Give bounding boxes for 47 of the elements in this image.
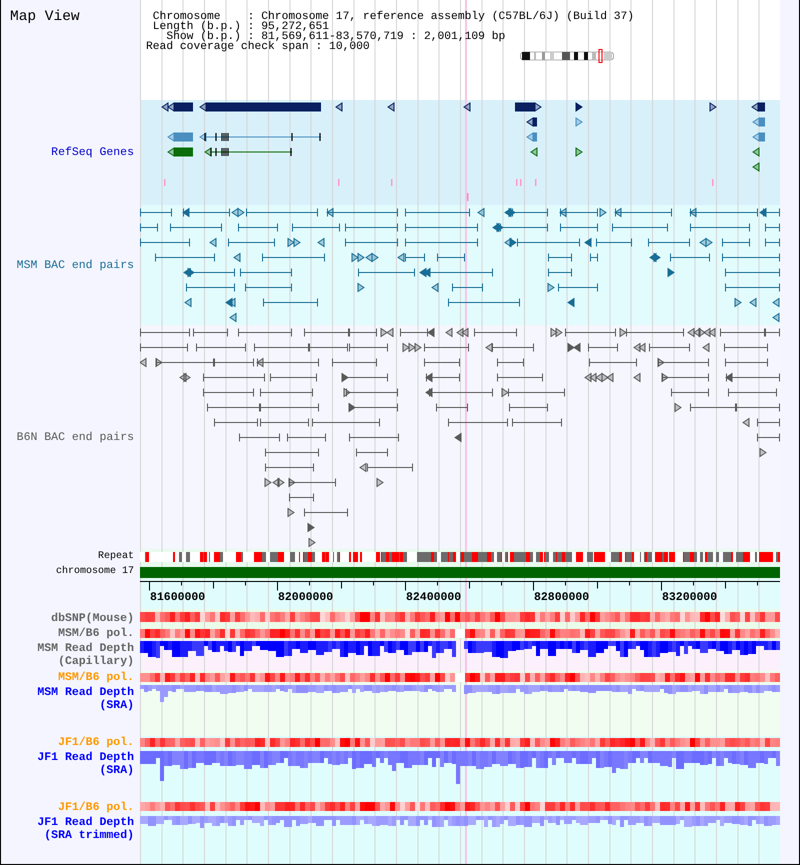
track-label: JF1/B6 pol. bbox=[58, 736, 134, 749]
gene-feature bbox=[387, 102, 394, 112]
variant-tick bbox=[338, 179, 340, 186]
track-label: JF1 Read Depth (SRA) bbox=[36, 751, 134, 777]
gene-feature bbox=[710, 102, 717, 112]
axis-tick-label: 82400000 bbox=[406, 591, 462, 604]
gene-feature bbox=[335, 102, 342, 112]
track-label: MSM Read Depth (SRA) bbox=[36, 686, 134, 712]
gene-feature bbox=[526, 117, 537, 127]
variant-tick bbox=[520, 179, 522, 186]
axis-tick-label: 81600000 bbox=[150, 591, 206, 604]
gene-feature bbox=[463, 102, 470, 112]
gene-feature bbox=[167, 147, 193, 157]
track-label: JF1/B6 pol. bbox=[58, 800, 134, 814]
info-line: Chromosome : Chromosome 17, reference assembly (C57BL/6J) (Build 37) bbox=[152, 12, 634, 22]
info-line: Show (b.p.) : 81,569,611-83,570,719 : 2,001,109 bp bbox=[166, 32, 506, 42]
gene-feature bbox=[752, 117, 765, 127]
track-label: RefSeq Genes bbox=[51, 146, 134, 159]
chromosome-ideogram-icon bbox=[520, 49, 614, 63]
info-line: Length (b.p.) : 95,272,651 bbox=[152, 22, 330, 32]
variant-tick bbox=[516, 179, 518, 186]
variant-tick bbox=[467, 193, 468, 201]
gene-feature bbox=[576, 147, 583, 157]
variant-tick bbox=[535, 179, 536, 186]
gene-feature bbox=[751, 102, 765, 112]
track-label: B6N BAC end pairs bbox=[16, 430, 134, 444]
track-label: MSM BAC end pairs bbox=[16, 258, 134, 272]
track-label: dbSNP(Mouse) bbox=[51, 612, 134, 624]
gene-feature bbox=[167, 132, 193, 142]
variant-tick bbox=[164, 179, 166, 186]
gene-feature bbox=[752, 132, 765, 142]
gene-feature bbox=[530, 147, 538, 157]
gene-feature bbox=[515, 102, 542, 112]
axis-tick-label: 83200000 bbox=[662, 591, 718, 604]
variant-tick bbox=[712, 179, 714, 186]
axis-tick-label: 82000000 bbox=[278, 591, 334, 604]
track-label: JF1 Read Depth (SRA trimmed) bbox=[36, 816, 134, 842]
variant-tick bbox=[391, 179, 392, 186]
track-label: MSM Read Depth (Capillary) bbox=[36, 642, 134, 668]
info-line: Read coverage check span : 10,000 bbox=[146, 42, 370, 52]
track-label: MSM/B6 pol. bbox=[58, 627, 134, 640]
track-label: chromosome 17 bbox=[56, 566, 134, 578]
track-label: MSM/B6 pol. bbox=[58, 671, 134, 684]
axis-tick-label: 82800000 bbox=[534, 591, 590, 604]
map-view-title: Map View bbox=[10, 9, 80, 26]
gene-feature bbox=[526, 132, 537, 142]
track-label: Repeat bbox=[98, 550, 134, 562]
